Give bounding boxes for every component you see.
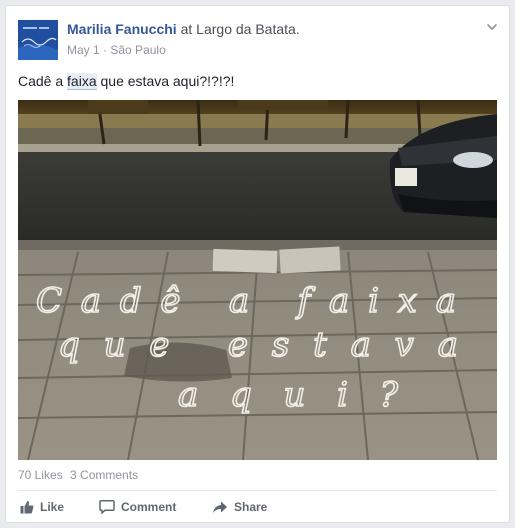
post-date[interactable]: May 1 xyxy=(67,43,100,57)
comment-button[interactable]: Comment xyxy=(99,498,176,516)
post-header: Marilia Fanucchi at Largo da Batata. xyxy=(67,21,300,37)
divider xyxy=(18,490,497,491)
post-stats: 70 Likes 3 Comments xyxy=(18,468,142,482)
thumbs-up-icon xyxy=(20,501,34,514)
post-meta: May 1 · São Paulo xyxy=(67,43,166,57)
post-text-part: Cadê a xyxy=(18,73,68,89)
comments-count[interactable]: 3 Comments xyxy=(70,468,138,482)
place-link[interactable]: Largo da Batata. xyxy=(196,21,300,37)
chevron-down-icon[interactable] xyxy=(485,20,499,34)
post-location[interactable]: São Paulo xyxy=(110,43,165,57)
post-text-highlight[interactable]: faixa xyxy=(67,73,97,90)
likes-count[interactable]: 70 Likes xyxy=(18,468,63,482)
meta-separator: · xyxy=(103,43,108,57)
share-arrow-icon xyxy=(213,501,227,513)
post-text: Cadê a faixa que estava aqui?!?!?! xyxy=(18,73,235,90)
speech-bubble-icon xyxy=(99,500,115,514)
post-text-part: que estava aqui?!?!?! xyxy=(96,73,235,89)
at-word: at xyxy=(180,21,193,37)
post-photo[interactable]: Cadê a faixa que estava aqui? xyxy=(18,100,497,460)
avatar[interactable] xyxy=(18,20,58,60)
like-label: Like xyxy=(40,500,65,514)
avatar-image xyxy=(18,20,58,60)
share-label: Share xyxy=(234,500,268,514)
comment-label: Comment xyxy=(121,500,177,514)
like-button[interactable]: Like xyxy=(20,498,64,516)
share-button[interactable]: Share xyxy=(212,498,267,516)
post-card: Marilia Fanucchi at Largo da Batata. May… xyxy=(5,5,510,523)
author-name[interactable]: Marilia Fanucchi xyxy=(67,21,177,37)
photo-illustration: Cadê a faixa que estava aqui? xyxy=(18,100,497,460)
